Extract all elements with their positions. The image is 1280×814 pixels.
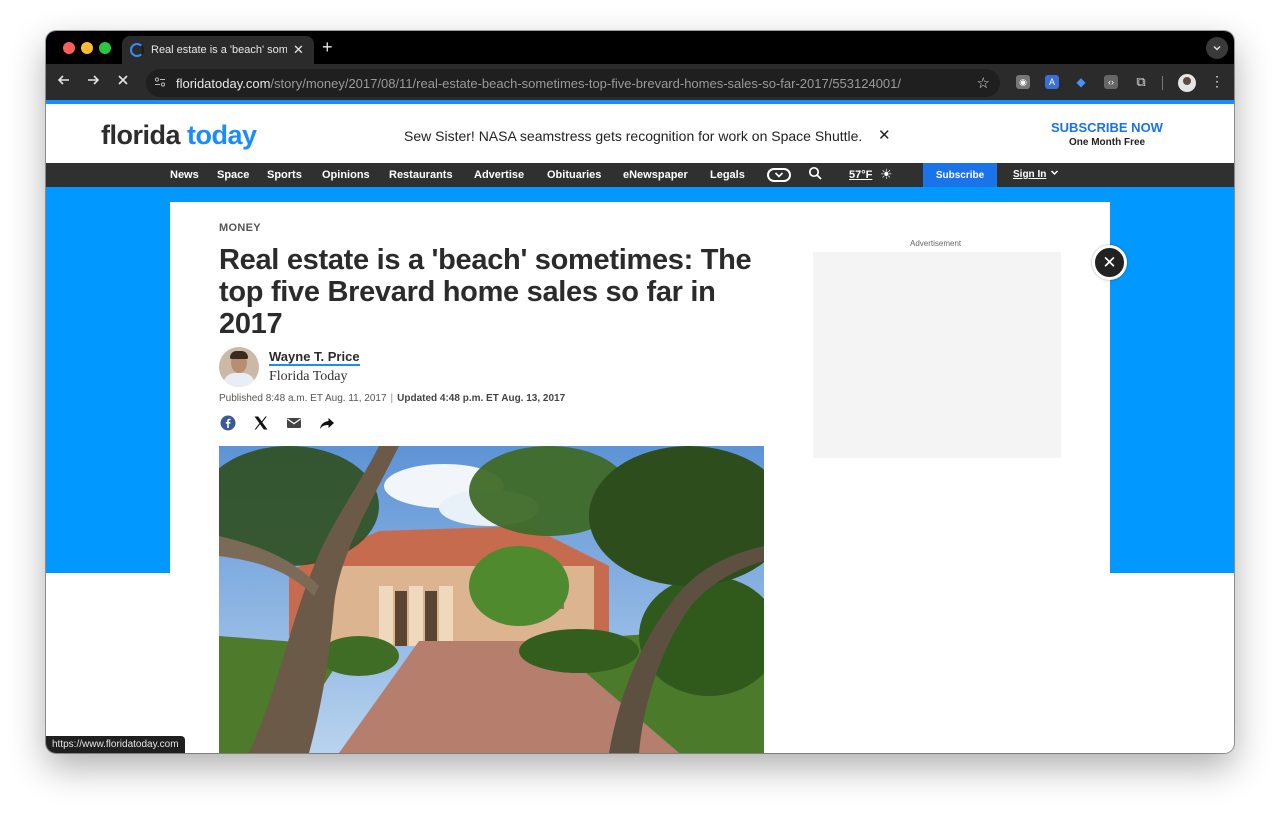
- chevron-down-icon[interactable]: [1050, 168, 1059, 180]
- translate-extension-icon[interactable]: A: [1045, 75, 1059, 89]
- url-path: /story/money/2017/08/11/real-estate-beac…: [270, 75, 901, 91]
- tune-icon: [154, 76, 166, 87]
- close-icon: [118, 75, 128, 85]
- share-arrow-icon[interactable]: [318, 414, 336, 432]
- sun-icon: ☀: [880, 166, 893, 182]
- maximize-window-button[interactable]: [99, 42, 111, 54]
- tab-search-button[interactable]: [1206, 37, 1228, 59]
- x-glyph: [254, 416, 268, 430]
- link-status-bar: https://www.floridatoday.com: [46, 736, 185, 753]
- updated-date: Updated 4:48 p.m. ET Aug. 13, 2017: [397, 393, 566, 404]
- close-window-button[interactable]: [63, 42, 75, 54]
- x-share-icon[interactable]: [252, 414, 270, 432]
- address-bar[interactable]: floridatoday.com/story/money/2017/08/11/…: [146, 69, 1000, 97]
- site-logo[interactable]: florida today: [101, 120, 257, 151]
- browser-window: Real estate is a 'beach' sometimes: The …: [46, 31, 1234, 753]
- forward-button[interactable]: [83, 73, 103, 92]
- camera-extension-icon[interactable]: ◉: [1016, 75, 1030, 89]
- article-dates: Published 8:48 a.m. ET Aug. 11, 2017 | Upd…: [219, 393, 565, 404]
- nav-item-sports[interactable]: Sports: [267, 169, 302, 181]
- section-label[interactable]: MONEY: [219, 222, 261, 234]
- facebook-glyph: [220, 415, 236, 431]
- url-text: floridatoday.com/story/money/2017/08/11/…: [176, 76, 956, 91]
- date-separator: |: [390, 393, 394, 404]
- main-nav: News Space Sports Opinions Restaurants A…: [46, 163, 1234, 187]
- tab-title: Real estate is a 'beach' sometimes: The …: [151, 44, 287, 56]
- author-name-link[interactable]: Wayne T. Price: [269, 350, 360, 366]
- browser-toolbar: floridatoday.com/story/money/2017/08/11/…: [46, 64, 1234, 104]
- weather-temperature[interactable]: 57°F: [849, 169, 872, 181]
- nav-item-restaurants[interactable]: Restaurants: [389, 169, 453, 181]
- author-organization: Florida Today: [269, 369, 348, 384]
- code-extension-icon[interactable]: ‹›: [1104, 75, 1118, 89]
- profile-avatar[interactable]: [1178, 74, 1196, 92]
- logo-word-today: today: [187, 120, 257, 150]
- arrow-right-icon: [88, 75, 100, 85]
- web-page: florida today Sew Sister! NASA seamstres…: [46, 108, 1234, 753]
- subscribe-button[interactable]: Subscribe: [923, 163, 997, 187]
- subscribe-now-link[interactable]: SUBSCRIBE NOW: [1051, 120, 1163, 135]
- extensions-puzzle-icon[interactable]: ⧉: [1134, 74, 1148, 89]
- envelope-glyph: [287, 418, 301, 428]
- advertisement-slot[interactable]: [813, 252, 1061, 458]
- more-menu-icon[interactable]: ⋮: [1210, 73, 1224, 90]
- article-headline: Real estate is a 'beach' sometimes: The …: [219, 244, 752, 340]
- promo-close-icon[interactable]: ✕: [878, 126, 891, 144]
- nav-more-button[interactable]: [767, 168, 791, 182]
- url-host: floridatoday.com: [176, 75, 271, 91]
- toolbar-divider: [1162, 76, 1163, 90]
- tab-strip: Real estate is a 'beach' sometimes: The …: [46, 31, 1234, 64]
- article-container: MONEY Real estate is a 'beach' sometimes…: [170, 202, 1110, 753]
- tag-extension-icon[interactable]: ◆: [1074, 75, 1088, 89]
- arrow-left-icon: [57, 75, 69, 85]
- avatar-hair: [230, 351, 248, 359]
- promo-headline-link[interactable]: Sew Sister! NASA seamstress gets recogni…: [404, 128, 862, 144]
- tab-close-icon[interactable]: ✕: [293, 42, 304, 58]
- tab-active[interactable]: Real estate is a 'beach' sometimes: The …: [122, 36, 314, 64]
- nav-item-advertise[interactable]: Advertise: [474, 169, 524, 181]
- advertisement-label: Advertisement: [910, 239, 962, 248]
- nav-item-news[interactable]: News: [170, 169, 199, 181]
- new-tab-button[interactable]: +: [322, 37, 333, 58]
- nav-item-obituaries[interactable]: Obituaries: [547, 169, 601, 181]
- nav-item-opinions[interactable]: Opinions: [322, 169, 370, 181]
- ad-close-button[interactable]: ✕: [1092, 245, 1127, 280]
- site-info-icon[interactable]: [154, 76, 168, 91]
- masthead: florida today Sew Sister! NASA seamstres…: [46, 108, 1234, 163]
- avatar-shirt: [223, 373, 255, 387]
- published-date: Published 8:48 a.m. ET Aug. 11, 2017: [219, 393, 387, 404]
- sign-in-link[interactable]: Sign In: [1013, 169, 1046, 180]
- one-month-free-text: One Month Free: [1069, 137, 1146, 148]
- stop-loading-button[interactable]: [113, 73, 133, 91]
- nav-item-space[interactable]: Space: [217, 169, 249, 181]
- forward-arrow-glyph: [320, 418, 334, 429]
- back-button[interactable]: [54, 73, 74, 92]
- logo-word-florida: florida: [101, 120, 181, 150]
- minimize-window-button[interactable]: [81, 42, 93, 54]
- chevron-glyph: [1050, 170, 1059, 176]
- email-share-icon[interactable]: [285, 414, 303, 432]
- house-photo: [219, 446, 764, 753]
- chevron-down-icon: [774, 172, 784, 178]
- article-hero-image[interactable]: [219, 446, 764, 753]
- bookmark-star-icon[interactable]: ☆: [977, 74, 990, 92]
- facebook-share-icon[interactable]: [219, 414, 237, 432]
- nav-item-enewspaper[interactable]: eNewspaper: [623, 169, 688, 181]
- loading-icon: [130, 43, 144, 57]
- search-icon[interactable]: [808, 166, 822, 183]
- magnifier-glyph: [808, 166, 822, 180]
- chevron-down-icon: [1213, 45, 1221, 51]
- nav-item-legals[interactable]: Legals: [710, 169, 745, 181]
- author-avatar[interactable]: [219, 347, 259, 387]
